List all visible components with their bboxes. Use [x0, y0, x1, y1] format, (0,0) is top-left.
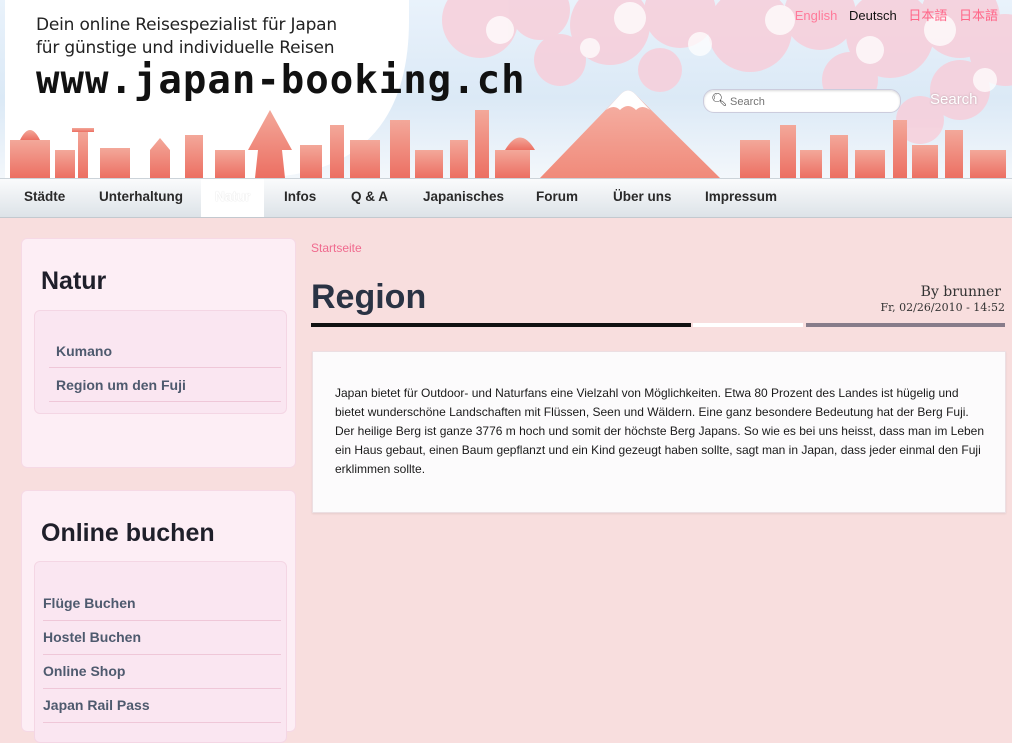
nav-item-impressum[interactable]: Impressum: [705, 179, 777, 217]
breadcrumb-home-link[interactable]: Startseite: [311, 241, 362, 255]
nav-item-japanisches[interactable]: Japanisches: [423, 179, 504, 217]
sidebar-natur-title: Natur: [41, 267, 107, 295]
sidebar-natur-menu: Kumano Region um den Fuji: [34, 310, 287, 414]
search-input[interactable]: [728, 93, 896, 111]
page-title: Region: [311, 278, 427, 316]
nav-item-forum[interactable]: Forum: [536, 179, 578, 217]
title-underline-grey: [806, 323, 1005, 327]
search-box: 🔍︎: [703, 89, 901, 113]
site-logo-url[interactable]: www.japan-booking.ch: [36, 58, 526, 103]
site-header: Dein online Reisespezialist für Japan fü…: [0, 0, 1012, 178]
sidebar-block-online-buchen: Online buchen Flüge Buchen Hostel Buchen…: [21, 490, 296, 743]
nav-item-unterhaltung[interactable]: Unterhaltung: [99, 179, 183, 217]
nav-item-q-and-a[interactable]: Q & A: [351, 179, 388, 217]
sidebar-link-region-fuji[interactable]: Region um den Fuji: [49, 368, 281, 402]
language-link-japanese[interactable]: 日本語: [908, 8, 947, 23]
search-icon: 🔍︎: [711, 92, 728, 107]
language-link-english[interactable]: English: [795, 8, 838, 23]
site-tagline-line-1: Dein online Reisespezialist für Japan: [36, 15, 337, 35]
main-navigation: Städte Unterhaltung Natur Infos Q & A Ja…: [0, 178, 1012, 218]
sidebar-booking-menu: Flüge Buchen Hostel Buchen Online Shop J…: [34, 561, 287, 743]
node-author: By brunner: [920, 284, 1001, 300]
sidebar-link-online-shop[interactable]: Online Shop: [43, 654, 281, 689]
sidebar-link-japan-rail-pass[interactable]: Japan Rail Pass: [43, 688, 281, 723]
nav-item-ueber-uns[interactable]: Über uns: [613, 179, 672, 217]
site-tagline-line-2: für günstige und individuelle Reisen: [36, 38, 335, 58]
sidebar-link-fluege-buchen[interactable]: Flüge Buchen: [43, 586, 281, 621]
nav-item-staedte[interactable]: Städte: [24, 179, 65, 217]
node-body-text: Japan bietet für Outdoor- und Naturfans …: [335, 386, 985, 476]
nav-item-natur[interactable]: Natur: [201, 179, 265, 217]
node-content-box: Japan bietet für Outdoor- und Naturfans …: [312, 351, 1006, 513]
sidebar-booking-title: Online buchen: [41, 519, 215, 547]
language-link-japanese-2[interactable]: 日本語: [959, 8, 998, 23]
title-underline-dark: [311, 323, 691, 327]
title-underline-light: [693, 323, 803, 327]
node-date: Fr, 02/26/2010 - 14:52: [880, 301, 1006, 314]
sidebar-link-hostel-buchen[interactable]: Hostel Buchen: [43, 620, 281, 655]
language-link-deutsch[interactable]: Deutsch: [849, 8, 897, 23]
language-switcher: English Deutsch 日本語 日本語: [787, 5, 998, 24]
sidebar-block-natur: Natur Kumano Region um den Fuji: [21, 238, 296, 468]
search-button[interactable]: Search: [930, 91, 978, 108]
nav-item-infos[interactable]: Infos: [284, 179, 316, 217]
sidebar-link-kumano[interactable]: Kumano: [49, 334, 281, 368]
